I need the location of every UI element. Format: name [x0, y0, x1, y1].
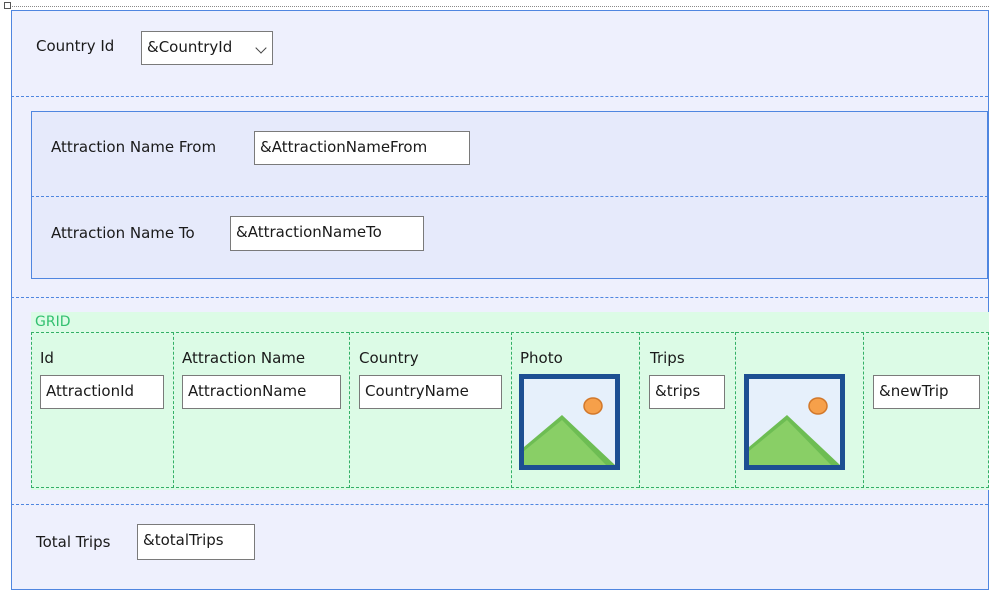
column-divider	[863, 332, 864, 488]
country-id-dropdown-value: &CountryId	[147, 38, 233, 56]
section-divider	[11, 297, 988, 298]
resize-handle[interactable]	[4, 2, 11, 9]
attraction-name-to-field[interactable]: &AttractionNameTo	[230, 216, 424, 251]
grid-header-attraction-name: Attraction Name	[182, 349, 306, 367]
attraction-filter-table	[31, 111, 988, 279]
attraction-name-to-value: &AttractionNameTo	[236, 223, 382, 241]
grid-cell-attraction-id-value: AttractionId	[46, 382, 135, 400]
image-placeholder-icon[interactable]	[519, 374, 620, 470]
image-placeholder-icon[interactable]	[744, 374, 845, 470]
grid-cell-trips[interactable]: &trips	[649, 375, 725, 409]
grid-cell-new-trip[interactable]: &newTrip	[873, 375, 980, 409]
row-divider	[31, 196, 988, 197]
chevron-down-icon	[255, 42, 267, 54]
grid-header-id: Id	[40, 349, 54, 367]
grid-cell-attraction-name-value: AttractionName	[188, 382, 307, 400]
grid-cell-trips-value: &trips	[655, 382, 701, 400]
attraction-name-from-value: &AttractionNameFrom	[260, 138, 428, 156]
grid-header-trips: Trips	[650, 349, 685, 367]
column-divider	[349, 332, 350, 488]
country-id-label: Country Id	[36, 37, 115, 55]
column-divider	[735, 332, 736, 488]
grid-cell-attraction-name[interactable]: AttractionName	[182, 375, 341, 409]
grid-header-country: Country	[359, 349, 419, 367]
image-placeholder-graphic	[749, 379, 840, 465]
grid-cell-country-name-value: CountryName	[365, 382, 469, 400]
column-divider	[639, 332, 640, 488]
column-divider	[173, 332, 174, 488]
image-placeholder-graphic	[524, 379, 615, 465]
grid-cell-country-name[interactable]: CountryName	[359, 375, 502, 409]
grid-header-photo: Photo	[520, 349, 563, 367]
attraction-name-to-label: Attraction Name To	[51, 224, 195, 242]
total-trips-value: &totalTrips	[143, 531, 224, 549]
country-id-dropdown[interactable]: &CountryId	[141, 31, 273, 65]
grid-title: GRID	[35, 314, 71, 330]
grid-cell-attraction-id[interactable]: AttractionId	[40, 375, 164, 409]
section-divider	[11, 504, 988, 505]
grid-columns-box	[31, 332, 989, 488]
section-divider	[11, 96, 988, 97]
total-trips-label: Total Trips	[36, 533, 111, 551]
column-divider	[511, 332, 512, 488]
attraction-name-from-label: Attraction Name From	[51, 138, 217, 156]
attraction-name-from-field[interactable]: &AttractionNameFrom	[254, 131, 470, 165]
web-panel-form	[11, 10, 989, 590]
grid-cell-new-trip-value: &newTrip	[879, 382, 949, 400]
total-trips-field[interactable]: &totalTrips	[137, 524, 255, 560]
